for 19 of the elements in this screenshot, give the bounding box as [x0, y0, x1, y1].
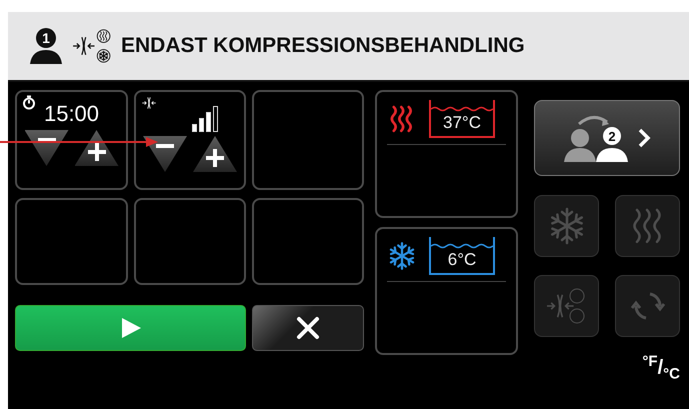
temperature-reading: 6°C — [448, 250, 476, 270]
next-patient-button[interactable]: 2 — [534, 100, 680, 176]
plus-icon — [86, 142, 106, 162]
cancel-button[interactable] — [252, 305, 364, 351]
snowflake-icon — [387, 240, 417, 272]
play-icon — [120, 316, 142, 340]
compression-icon — [546, 286, 586, 326]
start-button[interactable] — [15, 305, 246, 351]
stopwatch-icon — [22, 95, 36, 110]
unit-toggle-button[interactable]: $^{°F}$/$_{°C}$ — [642, 353, 680, 383]
compression-icon — [141, 95, 157, 111]
minus-icon — [155, 143, 175, 149]
close-icon — [296, 316, 320, 340]
screen-title: ENDAST KOMPRESSIONSBEHANDLING — [121, 34, 525, 58]
plus-icon — [205, 148, 225, 168]
compression-mode-icon — [71, 28, 111, 64]
temperature-reading: 37°C — [443, 113, 481, 133]
timer-value: 15:00 — [44, 102, 100, 126]
minus-icon — [36, 137, 56, 143]
